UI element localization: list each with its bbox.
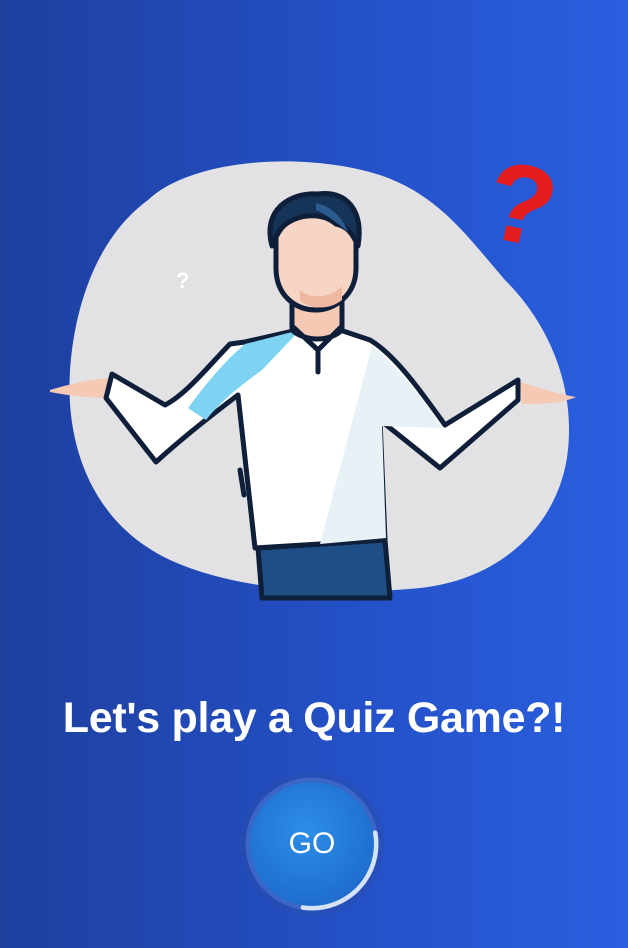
quiz-illustration: ? ?	[50, 136, 576, 601]
go-button[interactable]: GO	[250, 782, 374, 906]
page-title: Let's play a Quiz Game?!	[62, 694, 566, 742]
go-button-wrapper: GO	[233, 765, 391, 923]
small-question-mark-icon: ?	[176, 268, 189, 293]
question-mark-icon: ?	[475, 136, 568, 272]
